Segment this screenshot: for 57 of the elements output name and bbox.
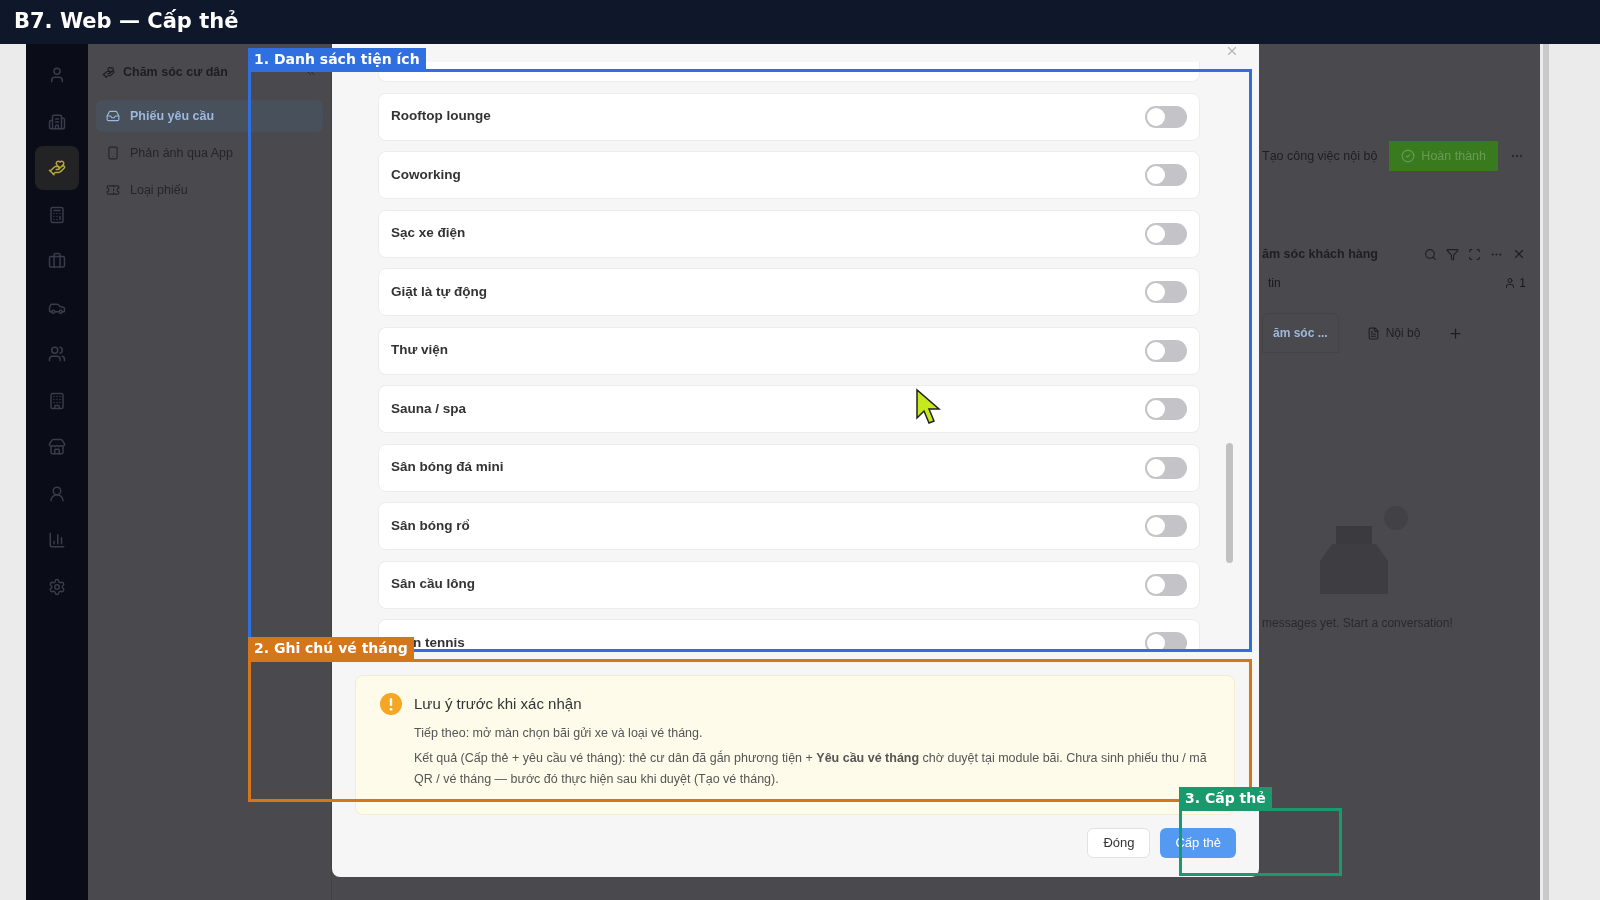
bar-chart-icon: [48, 531, 66, 549]
warning-icon: [380, 693, 402, 715]
mouse-cursor-icon: [915, 388, 941, 426]
amenity-label: Thư viện: [391, 341, 449, 360]
toggle-switch[interactable]: [1145, 515, 1187, 537]
chat-tab[interactable]: ăm sóc ...: [1262, 313, 1339, 353]
amenity-label: Rooftop lounge: [391, 107, 491, 126]
amenity-label: Sân bóng rổ: [391, 516, 470, 535]
amenity-label: n tennis: [413, 633, 465, 652]
toggle-switch[interactable]: [1145, 105, 1187, 128]
office-icon: [48, 391, 66, 410]
settings-icon: [48, 577, 66, 596]
amenity-label: Coworking: [391, 165, 461, 184]
close-icon[interactable]: [1225, 44, 1239, 58]
video-title: B7. Web — Cấp thẻ: [14, 8, 239, 36]
toggle-switch[interactable]: [1145, 632, 1187, 652]
briefcase-icon: [48, 252, 66, 270]
check-circle-icon: [1401, 149, 1416, 163]
amenity-label: Giặt là tự động: [391, 282, 488, 301]
building-icon: [48, 112, 66, 131]
note-title: Lưu ý trước khi xác nhận: [414, 694, 583, 714]
amenity-label: Sân bóng đá mini: [391, 458, 504, 477]
person-icon: [48, 484, 66, 503]
toggle-switch[interactable]: [1145, 281, 1187, 303]
toggle-switch[interactable]: [1145, 398, 1187, 420]
toggle-switch[interactable]: [1145, 339, 1187, 362]
nav-item[interactable]: [35, 146, 79, 190]
note-text: Kết quả (Cấp thẻ + yêu cầu vé tháng): thẻ cư dân đã gắn phương tiện + Yêu cầu vé tháng chờ duyệt tại module bãi. Chưa sinh phiếu thu / mã QR / vé tháng — bước đó thực hiện sau khi duyệt (Tạo vé tháng).: [414, 749, 1208, 788]
phone-icon: [106, 146, 120, 160]
member-icon: [1504, 277, 1517, 289]
user-icon: [48, 66, 66, 84]
annotation-label: 2. Ghi chú vé tháng: [248, 637, 414, 660]
annotation-label: 3. Cấp thẻ: [1179, 787, 1272, 810]
annotation-label: 1. Danh sách tiện ích: [248, 48, 426, 71]
filter-icon[interactable]: [1446, 247, 1459, 261]
toggle-switch[interactable]: [1145, 573, 1187, 596]
amenity-label: Sauna / spa: [391, 399, 467, 418]
close-button[interactable]: Đóng: [1087, 828, 1151, 858]
expand-icon[interactable]: [1468, 247, 1481, 261]
hand-heart-icon: [48, 159, 66, 177]
hand-heart-icon: [102, 65, 115, 79]
close-icon[interactable]: [1512, 247, 1526, 261]
toggle-switch[interactable]: [1145, 456, 1187, 479]
calculator-icon: [48, 205, 66, 224]
amenity-label: Sạc xe điện: [391, 224, 466, 243]
inbox-icon: [106, 109, 120, 123]
toggle-switch[interactable]: [1145, 164, 1187, 186]
note-text: Tiếp theo: mở màn chọn bãi gửi xe và loại vé tháng.: [414, 725, 704, 742]
ticket-icon: [106, 183, 120, 197]
sidebar-item[interactable]: Phiếu yêu cầu: [96, 100, 323, 132]
toggle-switch[interactable]: [1145, 222, 1187, 245]
store-icon: [48, 438, 66, 456]
amenity-label: Sân cầu lông: [391, 575, 475, 594]
document-icon: [1366, 326, 1380, 340]
search-icon[interactable]: [1424, 247, 1437, 261]
users-icon: [48, 345, 66, 363]
add-tab-icon[interactable]: [1448, 325, 1464, 341]
